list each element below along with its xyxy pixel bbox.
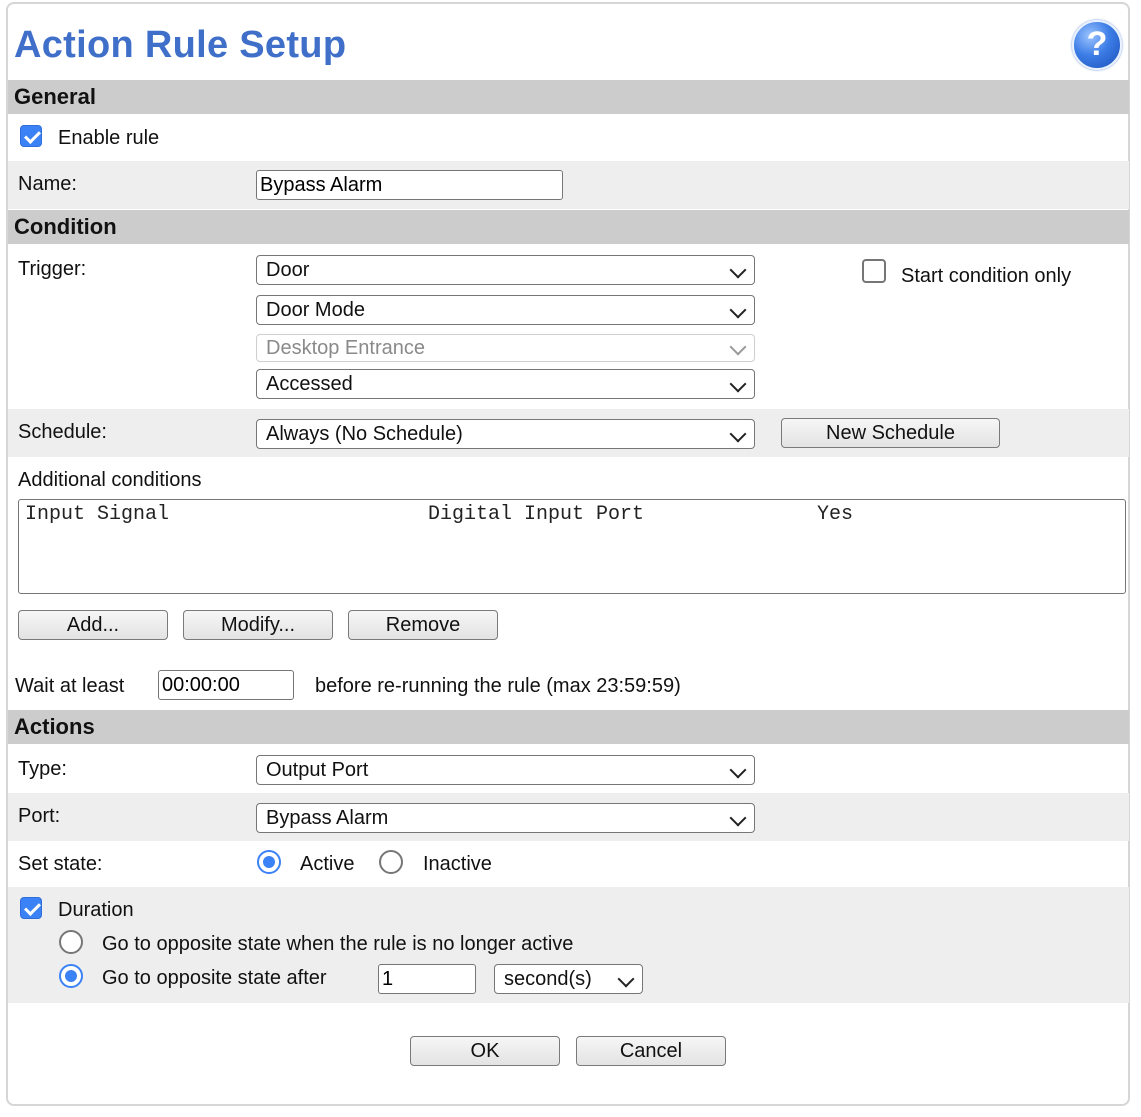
modify-condition-button[interactable]: Modify... <box>183 610 333 640</box>
chevron-down-icon <box>617 970 635 988</box>
set-state-label: Set state: <box>18 853 103 875</box>
trigger-label: Trigger: <box>18 258 87 280</box>
chevron-down-icon <box>729 338 747 356</box>
chevron-down-icon <box>729 761 747 779</box>
trigger-type-select[interactable]: Door Mode <box>256 295 755 325</box>
trigger-door-select: Desktop Entrance <box>256 334 755 362</box>
state-active-label: Active <box>300 853 355 875</box>
additional-conditions-list[interactable]: Input Signal Digital Input Port Yes <box>18 499 1126 594</box>
list-item-col-value[interactable]: Yes <box>817 503 853 527</box>
section-condition-heading: Condition <box>8 210 1129 244</box>
state-inactive-radio[interactable] <box>379 850 403 874</box>
list-item-col-port[interactable]: Digital Input Port <box>428 503 644 527</box>
cancel-button[interactable]: Cancel <box>576 1036 726 1066</box>
action-type-value: Output Port <box>266 759 369 781</box>
wait-suffix-label: before re-running the rule (max 23:59:59… <box>315 675 681 697</box>
page-title: Action Rule Setup <box>14 24 347 66</box>
port-select[interactable]: Bypass Alarm <box>256 803 755 833</box>
chevron-down-icon <box>729 261 747 279</box>
section-actions-heading: Actions <box>8 710 1129 744</box>
name-input[interactable] <box>256 170 563 200</box>
state-active-radio[interactable] <box>257 850 281 874</box>
name-row <box>8 161 1129 209</box>
wait-time-input[interactable] <box>158 670 294 700</box>
chevron-down-icon <box>729 425 747 443</box>
duration-value-input[interactable] <box>378 964 476 994</box>
port-select-value: Bypass Alarm <box>266 807 389 829</box>
duration-label: Duration <box>58 899 134 921</box>
wait-label: Wait at least <box>15 675 125 697</box>
duration-unit-value: second(s) <box>504 968 592 990</box>
opposite-when-inactive-label: Go to opposite state when the rule is no… <box>102 933 574 955</box>
enable-rule-checkbox[interactable] <box>20 125 42 147</box>
section-general-heading: General <box>8 80 1129 114</box>
opposite-when-inactive-radio[interactable] <box>59 930 83 954</box>
remove-condition-button[interactable]: Remove <box>348 610 498 640</box>
schedule-select[interactable]: Always (No Schedule) <box>256 419 755 449</box>
start-condition-only-checkbox[interactable] <box>862 259 886 283</box>
action-type-select[interactable]: Output Port <box>256 755 755 785</box>
add-condition-button[interactable]: Add... <box>18 610 168 640</box>
enable-rule-label: Enable rule <box>58 127 160 149</box>
chevron-down-icon <box>729 809 747 827</box>
chevron-down-icon <box>729 301 747 319</box>
list-item-col-signal[interactable]: Input Signal <box>25 503 169 527</box>
start-condition-only-label: Start condition only <box>901 265 1072 287</box>
trigger-type-value: Door Mode <box>266 299 365 321</box>
duration-checkbox[interactable] <box>20 897 42 919</box>
trigger-state-value: Accessed <box>266 373 353 395</box>
trigger-select[interactable]: Door <box>256 255 755 285</box>
state-inactive-label: Inactive <box>423 853 492 875</box>
chevron-down-icon <box>729 375 747 393</box>
ok-button[interactable]: OK <box>410 1036 560 1066</box>
type-label: Type: <box>18 758 67 780</box>
opposite-after-radio[interactable] <box>59 964 83 988</box>
schedule-label: Schedule: <box>18 421 107 443</box>
additional-conditions-label: Additional conditions <box>18 469 202 491</box>
duration-unit-select[interactable]: second(s) <box>494 964 643 994</box>
trigger-door-value: Desktop Entrance <box>266 337 425 359</box>
help-icon[interactable]: ? <box>1072 20 1122 70</box>
trigger-state-select[interactable]: Accessed <box>256 369 755 399</box>
port-label: Port: <box>18 805 61 827</box>
schedule-select-value: Always (No Schedule) <box>266 423 463 445</box>
trigger-select-value: Door <box>266 259 310 281</box>
name-label: Name: <box>18 173 77 195</box>
opposite-after-label: Go to opposite state after <box>102 967 327 989</box>
new-schedule-button[interactable]: New Schedule <box>781 418 1000 448</box>
